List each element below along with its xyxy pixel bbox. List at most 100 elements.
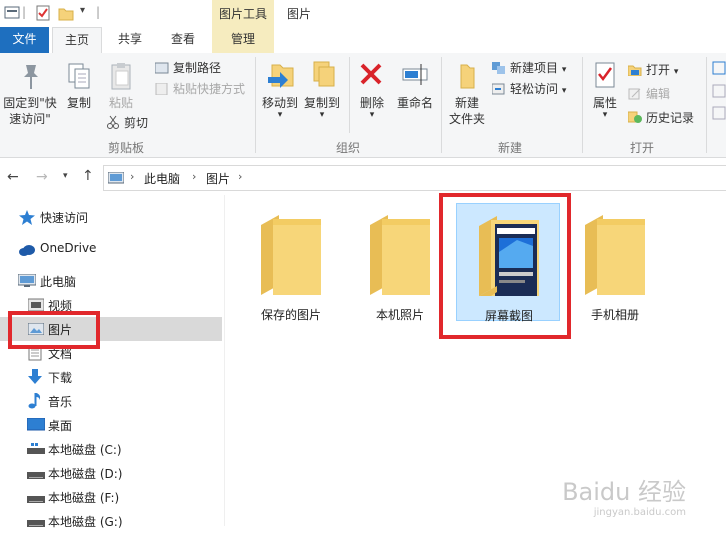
star-icon <box>19 210 35 228</box>
breadcrumb-this-pc[interactable]: 此电脑 <box>144 170 180 187</box>
clipboard-icon <box>111 63 131 90</box>
folder-screenshots[interactable]: 屏幕截图 <box>456 203 560 323</box>
move-to-label: 移动到 <box>261 96 298 110</box>
chevron-right-icon[interactable]: › <box>238 170 242 183</box>
easy-access-button[interactable]: 轻松访问 ▾ <box>491 80 566 98</box>
paste-button[interactable]: 粘贴 <box>104 61 138 111</box>
select-all-icon[interactable] <box>712 61 726 124</box>
new-folder-label-2: 文件夹 <box>448 112 485 126</box>
tab-file[interactable]: 文件 <box>0 27 49 53</box>
breadcrumb[interactable]: › 此电脑 › 图片 › <box>103 165 726 191</box>
nav-label: 本地磁盘 (G:) <box>48 515 123 529</box>
clipboard-group-label: 剪贴板 <box>107 141 144 155</box>
ribbon: 固定到"快 速访问" 复制 粘贴 复制路径 粘贴快捷方式 剪切 剪贴板 移动到 … <box>0 53 726 158</box>
copy-to-dropdown-icon: ▾ <box>319 110 325 120</box>
copy-path-label: 复制路径 <box>173 61 222 75</box>
window-icon <box>4 5 20 22</box>
paste-shortcut-label: 粘贴快捷方式 <box>173 82 246 96</box>
easy-access-label: 轻松访问 <box>510 82 559 96</box>
folder-label: 保存的图片 <box>260 308 321 322</box>
nav-label: OneDrive <box>40 241 97 255</box>
nav-label: 音乐 <box>48 395 73 409</box>
nav-label: 此电脑 <box>40 275 77 289</box>
group-separator <box>706 57 707 153</box>
tab-view[interactable]: 查看 <box>160 27 206 53</box>
tab-share[interactable]: 共享 <box>107 27 153 53</box>
new-folder-quick-icon[interactable] <box>58 5 74 24</box>
recent-locations-icon[interactable]: ▾ <box>63 171 68 181</box>
music-icon <box>28 393 42 412</box>
paste-label: 粘贴 <box>108 96 133 110</box>
chevron-right-icon[interactable]: › <box>192 170 196 183</box>
new-folder-button[interactable]: 新建 文件夹 <box>446 59 488 127</box>
nav-item-downloads[interactable]: 下载 <box>0 365 222 389</box>
new-item-label: 新建项目 <box>510 61 559 75</box>
folder-icon <box>585 215 645 295</box>
nav-label: 桌面 <box>48 419 73 433</box>
move-to-icon <box>268 64 294 88</box>
picture-tools-context: 图片工具 <box>212 0 274 27</box>
customize-quick-access-icon[interactable]: ▾ <box>80 5 85 16</box>
copy-icon <box>68 63 90 89</box>
nav-item-music[interactable]: 音乐 <box>0 389 222 413</box>
copy-path-icon <box>154 61 169 74</box>
move-to-button[interactable]: 移动到 ▾ <box>260 59 300 120</box>
nav-item-drive-c[interactable]: 本地磁盘 (C:) <box>0 437 222 461</box>
nav-item-onedrive[interactable]: OneDrive <box>0 237 222 261</box>
drive-icon <box>27 493 45 507</box>
folder-camera-roll[interactable]: 本机照片 <box>348 203 452 322</box>
tab-home[interactable]: 主页 <box>52 27 102 55</box>
nav-item-this-pc[interactable]: 此电脑 <box>0 269 222 293</box>
nav-item-desktop[interactable]: 桌面 <box>0 413 222 437</box>
properties-label: 属性 <box>592 96 617 110</box>
open-button[interactable]: 打开 ▾ <box>627 61 679 79</box>
folder-with-screenshot-icon <box>479 216 539 296</box>
cut-button[interactable]: 剪切 <box>106 114 148 132</box>
new-item-button[interactable]: 新建项目 ▾ <box>492 59 566 77</box>
forward-icon[interactable]: → <box>36 169 48 185</box>
download-icon <box>28 369 42 388</box>
delete-icon <box>360 63 382 85</box>
window-title: 图片 <box>287 7 312 21</box>
open-label: 打开 <box>646 63 671 77</box>
chevron-right-icon[interactable]: › <box>130 170 134 183</box>
nav-item-drive-g[interactable]: 本地磁盘 (G:) <box>0 509 222 533</box>
pin-icon <box>24 65 38 89</box>
folder-saved-pictures[interactable]: 保存的图片 <box>239 203 343 322</box>
history-button[interactable]: 历史记录 <box>627 109 694 127</box>
tab-manage[interactable]: 管理 <box>212 27 274 53</box>
properties-button[interactable]: 属性 ▾ <box>586 59 624 120</box>
nav-item-drive-d[interactable]: 本地磁盘 (D:) <box>0 461 222 485</box>
edit-label: 编辑 <box>646 87 671 101</box>
new-item-dropdown-icon: ▾ <box>561 65 567 75</box>
back-icon[interactable]: ← <box>7 169 19 185</box>
copy-to-button[interactable]: 复制到 ▾ <box>302 59 342 120</box>
cut-label: 剪切 <box>124 116 149 130</box>
copy-button[interactable]: 复制 <box>62 61 96 111</box>
watermark-brand: Baidu 经验 <box>562 478 686 506</box>
delete-button[interactable]: 删除 ▾ <box>354 59 390 120</box>
folder-phone-album[interactable]: 手机相册 <box>563 203 667 322</box>
open-dropdown-icon: ▾ <box>673 67 679 77</box>
nav-label: 快速访问 <box>40 211 89 225</box>
up-icon[interactable]: ↑ <box>82 168 94 184</box>
nav-item-quick-access[interactable]: 快速访问 <box>0 205 222 229</box>
divider: | <box>96 5 101 19</box>
rename-button[interactable]: 重命名 <box>394 59 436 111</box>
navigation-pane: 快速访问 OneDrive 此电脑 视频 图片 文档 下载 音乐 桌面 本地磁盘… <box>0 195 222 529</box>
pin-quick-access-button[interactable]: 固定到"快 速访问" <box>2 61 58 127</box>
properties-quick-icon[interactable] <box>35 5 51 24</box>
new-folder-icon <box>460 64 475 89</box>
group-separator <box>255 57 256 153</box>
folder-label: 屏幕截图 <box>484 309 533 323</box>
copy-path-button[interactable]: 复制路径 <box>154 59 222 77</box>
nav-label: 本地磁盘 (D:) <box>48 467 123 481</box>
pane-splitter[interactable] <box>224 195 225 526</box>
breadcrumb-pictures[interactable]: 图片 <box>206 170 230 187</box>
watermark-url: jingyan.baidu.com <box>593 507 686 518</box>
nav-item-drive-f[interactable]: 本地磁盘 (F:) <box>0 485 222 509</box>
easy-access-icon <box>491 82 506 95</box>
edit-button[interactable]: 编辑 <box>628 85 670 103</box>
paste-shortcut-button[interactable]: 粘贴快捷方式 <box>155 80 245 98</box>
properties-icon <box>595 62 615 88</box>
